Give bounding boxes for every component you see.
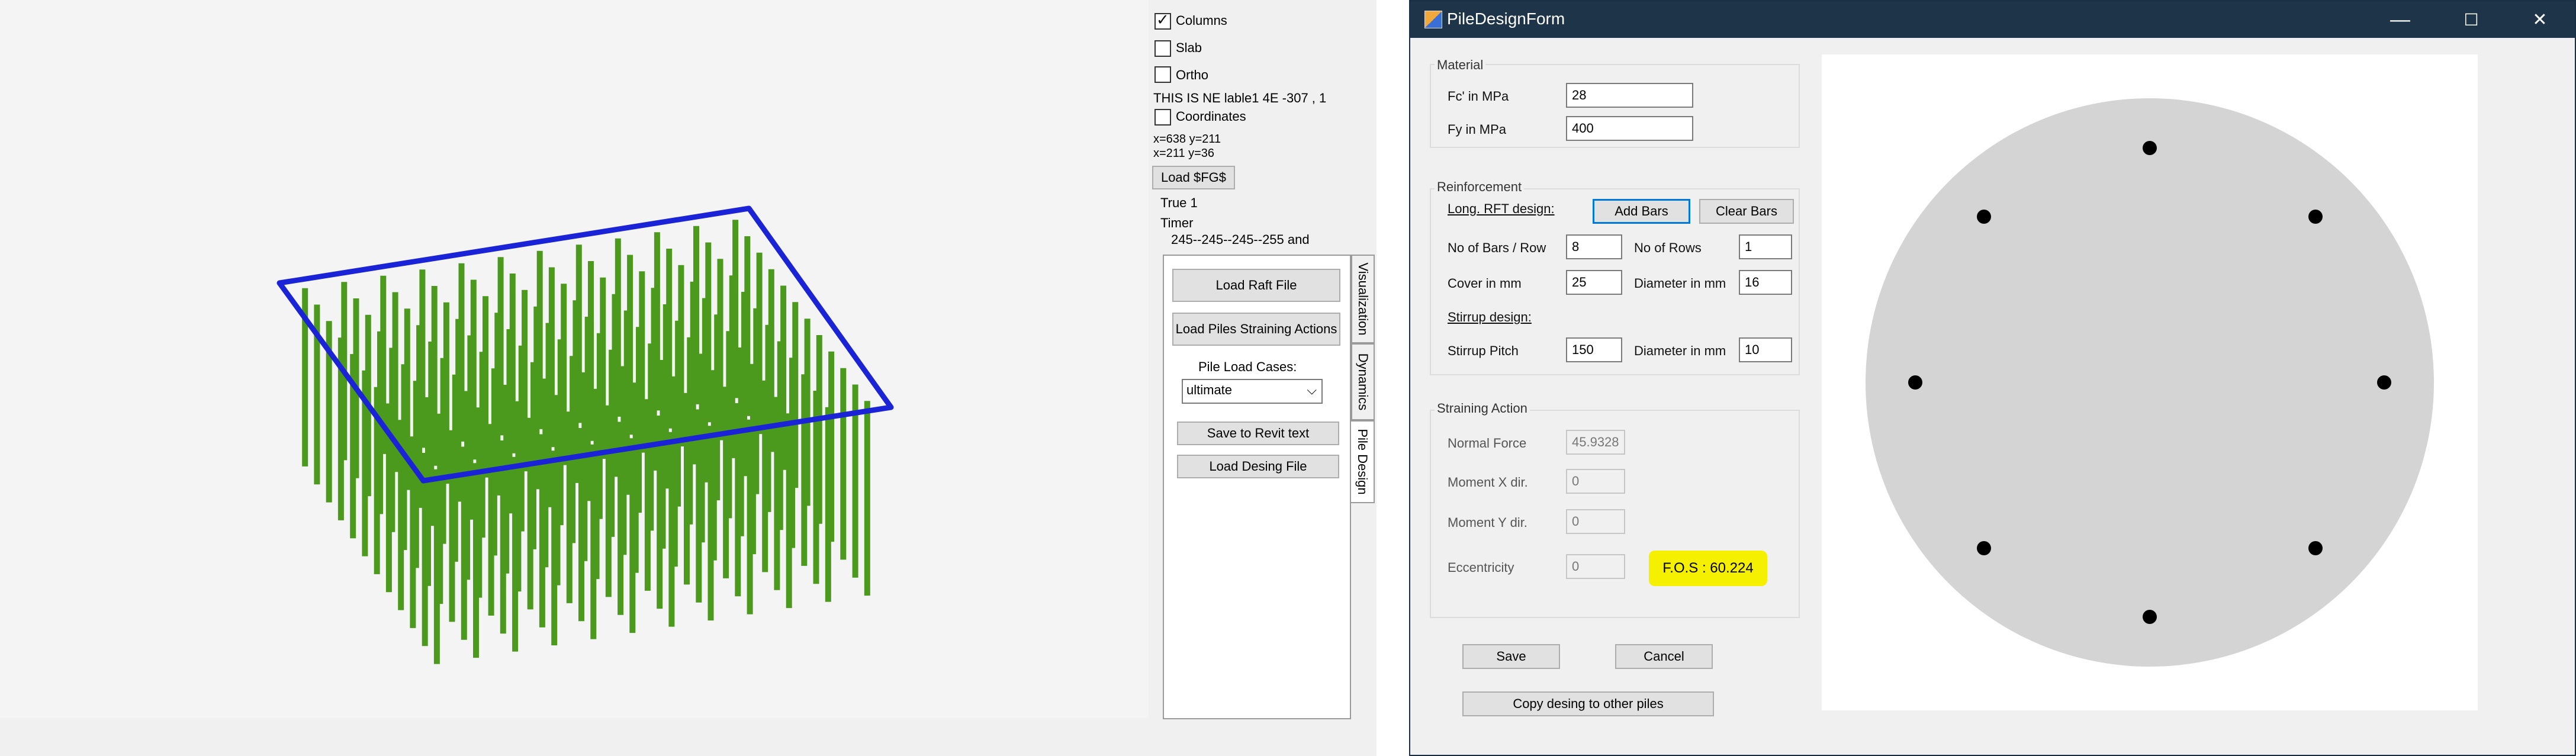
timer-values: 245--245--245--255 and [1171,232,1310,247]
save-to-revit-button[interactable]: Save to Revit text [1177,422,1339,445]
rebar-dot [1908,375,1922,390]
copy-design-button[interactable]: Copy desing to other piles [1462,691,1714,716]
bar-diameter-input[interactable]: 16 [1739,270,1792,295]
coords-readout-2: x=211 y=36 [1153,147,1215,160]
columns-checkbox[interactable] [1154,11,1171,30]
cover-input[interactable]: 25 [1566,270,1622,295]
rows-label: No of Rows [1634,240,1702,255]
rebar-dot [2308,210,2323,224]
slab-checkbox[interactable] [1154,40,1171,57]
rebar-dot [1977,541,1991,555]
columns-label: Columns [1176,13,1227,28]
material-title: Material [1435,57,1486,73]
reinforcement-title: Reinforcement [1435,179,1525,195]
tab-pile-design[interactable]: Pile Design [1351,420,1375,503]
straining-action-title: Straining Action [1435,401,1530,416]
eccentricity-label: Eccentricity [1448,560,1514,575]
bar-diameter-label: Diameter in mm [1634,276,1726,291]
maximize-button[interactable]: ☐ [2445,5,2498,34]
close-button[interactable]: ✕ [2513,5,2567,34]
pile-section-canvas [1822,54,2478,710]
rows-input[interactable]: 1 [1739,234,1792,259]
timer-label: Timer [1160,215,1194,230]
ortho-checkbox[interactable] [1154,66,1171,83]
tab-page-pile-design: Load Raft File Load Piles Straining Acti… [1163,255,1351,719]
load-piles-straining-button[interactable]: Load Piles Straining Actions [1172,313,1340,346]
load-desing-file-button[interactable]: Load Desing File [1177,455,1339,478]
app-icon [1424,11,1442,28]
fy-input[interactable]: 400 [1566,116,1693,141]
load-fgs-button[interactable]: Load $FG$ [1152,166,1235,189]
cancel-button[interactable]: Cancel [1615,644,1713,669]
stirrup-diameter-input[interactable]: 10 [1739,337,1792,362]
eccentricity-input: 0 [1566,554,1625,579]
slab-label: Slab [1176,40,1202,55]
fos-readout: F.O.S : 60.224 [1649,551,1767,586]
rebar-dot [2308,541,2323,555]
pile-load-cases-value: ultimate [1186,382,1233,397]
moment-x-label: Moment X dir. [1448,475,1528,490]
3d-viewport[interactable] [0,0,1149,718]
normal-force-input: 45.9328 [1566,430,1625,455]
tab-visualization[interactable]: Visualization [1351,255,1375,343]
moment-y-input: 0 [1566,509,1625,534]
add-bars-button[interactable]: Add Bars [1593,199,1690,224]
rebar-dot [2143,610,2157,624]
chevron-down-icon: ⌵ [1307,382,1317,397]
load-raft-file-button[interactable]: Load Raft File [1172,269,1340,302]
fy-label: Fy in MPa [1448,122,1507,137]
moment-y-label: Moment Y dir. [1448,515,1527,530]
rebar-dot [2143,141,2157,155]
bars-per-row-input[interactable]: 8 [1566,234,1622,259]
ortho-label: Ortho [1176,67,1209,82]
pile-section-drawing [1866,98,2434,667]
coordinates-checkbox[interactable] [1154,109,1171,126]
raft-pile-visualization [276,205,894,664]
fc-label: Fc' in MPa [1448,89,1509,104]
clear-bars-button[interactable]: Clear Bars [1699,199,1794,224]
stirrup-diameter-label: Diameter in mm [1634,343,1726,358]
stirrup-pitch-input[interactable]: 150 [1566,337,1622,362]
minimize-button[interactable]: — [2374,5,2427,34]
coords-readout-1: x=638 y=211 [1153,133,1221,146]
pile-load-cases-label: Pile Load Cases: [1198,359,1297,374]
tab-dynamics[interactable]: Dynamics [1351,343,1375,420]
normal-force-label: Normal Force [1448,436,1527,451]
status-strip [0,718,1377,756]
moment-x-input: 0 [1566,469,1625,494]
long-rft-design-label: Long. RFT design: [1448,201,1555,216]
stirrup-pitch-label: Stirrup Pitch [1448,343,1519,358]
rebar-dot [1977,210,1991,224]
rebar-dot [2377,375,2391,390]
window-title: PileDesignForm [1447,9,1565,28]
save-button[interactable]: Save [1462,644,1560,669]
control-panel: Columns Slab Ortho THIS IS NE lable1 4E … [1149,0,1377,719]
pile-load-cases-select[interactable]: ultimate ⌵ [1182,379,1323,404]
info-line: THIS IS NE lable1 4E -307 , 1 [1153,91,1327,105]
fc-input[interactable]: 28 [1566,83,1693,108]
coordinates-label: Coordinates [1176,109,1246,124]
title-bar: PileDesignForm — ☐ ✕ [1410,1,2575,38]
status-true: True 1 [1160,195,1198,210]
bars-per-row-label: No of Bars / Row [1448,240,1546,255]
cover-label: Cover in mm [1448,276,1522,291]
stirrup-design-label: Stirrup design: [1448,310,1532,324]
pile-section-circle [1866,98,2434,667]
